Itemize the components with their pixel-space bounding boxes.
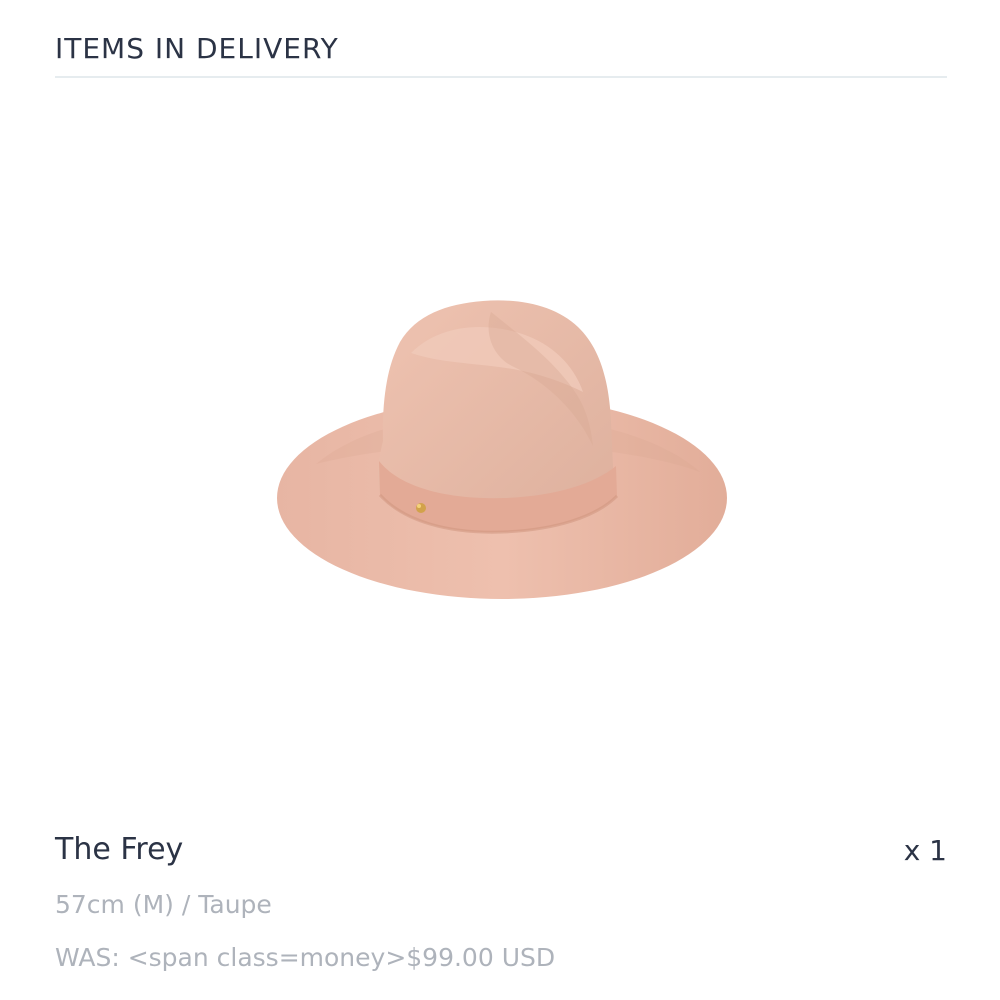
product-name: The Frey — [55, 832, 184, 867]
section-header: ITEMS IN DELIVERY — [55, 30, 947, 78]
product-variant: 57cm (M) / Taupe — [55, 890, 272, 919]
hat-band-button-highlight — [417, 504, 421, 508]
section-title: ITEMS IN DELIVERY — [55, 32, 339, 65]
hat-product-image — [277, 300, 727, 599]
product-quantity: x 1 — [903, 834, 947, 867]
product-price: WAS: <span class=money>$99.00 USD — [55, 943, 556, 972]
delivery-items-page: ITEMS IN DELIVERY The Frey x 1 57cm (M) … — [0, 0, 1000, 1000]
hat-band-button — [416, 503, 426, 513]
